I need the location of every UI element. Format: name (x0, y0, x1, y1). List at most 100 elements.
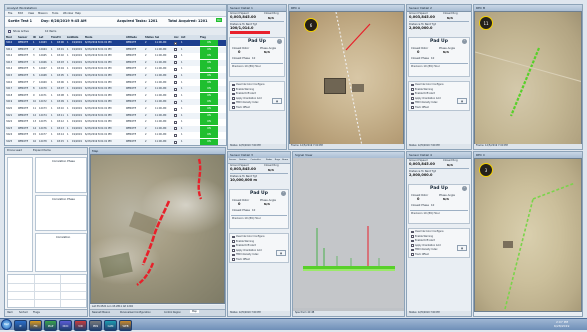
row-checkbox[interactable] (174, 48, 177, 52)
detail-tab[interactable]: Track (290, 159, 291, 161)
table-row[interactable]: 3214 REMOTE 5 12467 1 18:04 1 19/2019 6/23/2019 … (5, 66, 226, 73)
option-checkbox[interactable] (411, 88, 414, 91)
track-settings-button[interactable]: ▦ (457, 98, 467, 104)
menu-tools[interactable]: Tools (52, 12, 58, 15)
row-checkbox[interactable] (174, 81, 177, 85)
taskbar-app-button[interactable]: WEB (119, 320, 132, 331)
option-item[interactable]: Apply Orientation Grid (236, 97, 262, 100)
target-badge-icon[interactable]: 3 (479, 163, 493, 177)
row-checkbox[interactable] (174, 100, 177, 104)
row-checkbox[interactable] (174, 61, 177, 65)
sat-view-image[interactable]: 3 (474, 158, 582, 312)
tab-sorted[interactable]: Sorted (19, 311, 28, 314)
option-item[interactable]: Enable Warning (236, 240, 254, 243)
table-row[interactable]: 3216 REMOTE 7 12469 1 18:06 1 19/2019 6/23/2019 … (5, 79, 226, 86)
row-checkbox[interactable] (174, 94, 177, 98)
option-item[interactable]: Track Offset (415, 253, 429, 256)
option-item[interactable]: Track Offset (415, 106, 429, 109)
table-row[interactable]: 3224 REMOTE 15 12477 1 18:14 1 19/2019 6/23/2019… (5, 132, 226, 139)
option-item[interactable]: TBD Intensity Index (236, 101, 259, 104)
option-checkbox[interactable] (411, 235, 414, 238)
option-item[interactable]: Enable Warning (415, 235, 433, 238)
option-checkbox[interactable] (411, 106, 414, 109)
option-checkbox[interactable] (411, 97, 414, 100)
tab-drone-lead[interactable]: Drone Lead (7, 149, 22, 152)
option-checkbox[interactable] (411, 92, 414, 95)
table-row[interactable]: 3218 REMOTE 9 12471 1 18:08 1 19/2019 6/23/2019 … (5, 92, 226, 99)
option-item[interactable]: Apply Orientation Grid (415, 244, 441, 247)
menu-edit[interactable]: Edit (18, 12, 23, 15)
spectrum-plot[interactable] (293, 158, 404, 308)
row-checkbox[interactable] (174, 41, 177, 45)
tab-personalised[interactable]: Personalised Configuration (120, 311, 151, 314)
taskbar-app-button[interactable]: FM (29, 320, 42, 331)
row-checkbox[interactable] (174, 114, 177, 118)
detail-tab[interactable]: Controller (251, 159, 261, 161)
target-badge-icon[interactable]: 6 (304, 18, 318, 32)
table-row[interactable]: 3219 REMOTE 10 12472 1 18:09 1 19/2019 6/23/2019… (5, 99, 226, 106)
track-settings-button[interactable]: ▦ (457, 245, 467, 251)
detail-tab[interactable]: Beam (282, 159, 288, 161)
table-row[interactable]: 3225 REMOTE 16 12478 1 18:15 1 19/2019 6/23/2019… (5, 139, 226, 145)
option-checkbox[interactable] (411, 248, 414, 251)
row-checkbox[interactable] (174, 133, 177, 137)
option-checkbox[interactable] (232, 240, 235, 243)
menu-mission[interactable]: Mission (38, 12, 48, 15)
taskbar-app-button[interactable]: CAM (104, 320, 117, 331)
option-checkbox[interactable] (232, 258, 235, 261)
option-checkbox[interactable] (411, 239, 414, 242)
show-active-checkbox[interactable] (8, 29, 11, 33)
row-checkbox[interactable] (174, 87, 177, 91)
row-checkbox[interactable] (174, 54, 177, 58)
option-checkbox[interactable] (232, 235, 235, 238)
row-checkbox[interactable] (174, 67, 177, 71)
menu-help[interactable]: Help (75, 12, 81, 15)
option-checkbox[interactable] (232, 249, 235, 252)
collapse-icon[interactable]: ⌃ (462, 39, 467, 44)
target-badge-icon[interactable]: 11 (479, 16, 493, 30)
option-item[interactable]: Override Color Configure (415, 83, 444, 86)
option-item[interactable]: Enable Drift Alert (236, 92, 256, 95)
menu-file[interactable]: File (8, 12, 12, 15)
option-item[interactable]: TBD Intensity Index (415, 248, 438, 251)
sat-view-image[interactable]: 11 (474, 11, 582, 145)
taskbar-app-button[interactable]: DOC (59, 320, 72, 331)
option-item[interactable]: Apply Orientation Grid (236, 249, 262, 252)
table-row[interactable]: 3223 REMOTE 14 12476 1 18:13 1 19/2019 6/23/2019… (5, 125, 226, 132)
table-row[interactable]: 3215 REMOTE 6 12468 1 18:05 1 19/2019 6/23/2019 … (5, 73, 226, 79)
option-item[interactable]: TBD Intensity Index (415, 101, 438, 104)
track-settings-button[interactable]: ▦ (272, 98, 282, 104)
detail-tab[interactable]: Station (239, 159, 246, 161)
option-checkbox[interactable] (232, 88, 235, 91)
track-settings-button[interactable]: ▦ (276, 250, 286, 256)
collapse-icon[interactable]: ⌃ (277, 39, 282, 44)
row-checkbox[interactable] (174, 140, 177, 144)
option-item[interactable]: Override Color Configure (236, 83, 265, 86)
taskbar-app-button[interactable]: PRN (89, 320, 102, 331)
table-row[interactable]: 3221 REMOTE 12 12474 1 18:11 1 19/2019 6/23/2019… (5, 112, 226, 119)
tab-map[interactable]: Map (190, 310, 199, 313)
table-row[interactable]: 3222 REMOTE 13 12475 1 18:12 1 19/2019 6/23/2019… (5, 119, 226, 126)
sat-view-image[interactable]: 6 (289, 11, 404, 145)
option-item[interactable]: Override Color Configure (236, 235, 265, 238)
option-checkbox[interactable] (232, 106, 235, 109)
option-item[interactable]: Enable Warning (415, 88, 433, 91)
taskbar-app-button[interactable]: VID (74, 320, 87, 331)
collapse-icon[interactable]: ⌃ (462, 186, 467, 191)
option-item[interactable]: Track Offset (236, 258, 250, 261)
taskbar-app-button[interactable]: MAP (44, 320, 57, 331)
menu-window[interactable]: Window (63, 12, 73, 15)
option-item[interactable]: Enable Warning (236, 88, 254, 91)
option-checkbox[interactable] (232, 83, 235, 86)
table-row[interactable]: 3220 REMOTE 11 12473 1 18:10 1 19/2019 6/23/2019… (5, 106, 226, 112)
detail-tab[interactable]: Sensor (229, 159, 236, 161)
option-checkbox[interactable] (411, 253, 414, 256)
option-item[interactable]: Enable Drift Alert (236, 244, 256, 247)
menu-view[interactable]: View (28, 12, 34, 15)
option-checkbox[interactable] (232, 244, 235, 247)
option-item[interactable]: Enable Drift Alert (415, 92, 435, 95)
table-row[interactable]: 3213 REMOTE 4 12466 1 18:03 1 19/2019 6/23/2019 … (5, 59, 226, 66)
collapse-icon[interactable]: ⌃ (281, 191, 286, 196)
detail-tab[interactable]: Rnge (275, 159, 280, 161)
option-item[interactable]: Apply Orientation Grid (415, 97, 441, 100)
